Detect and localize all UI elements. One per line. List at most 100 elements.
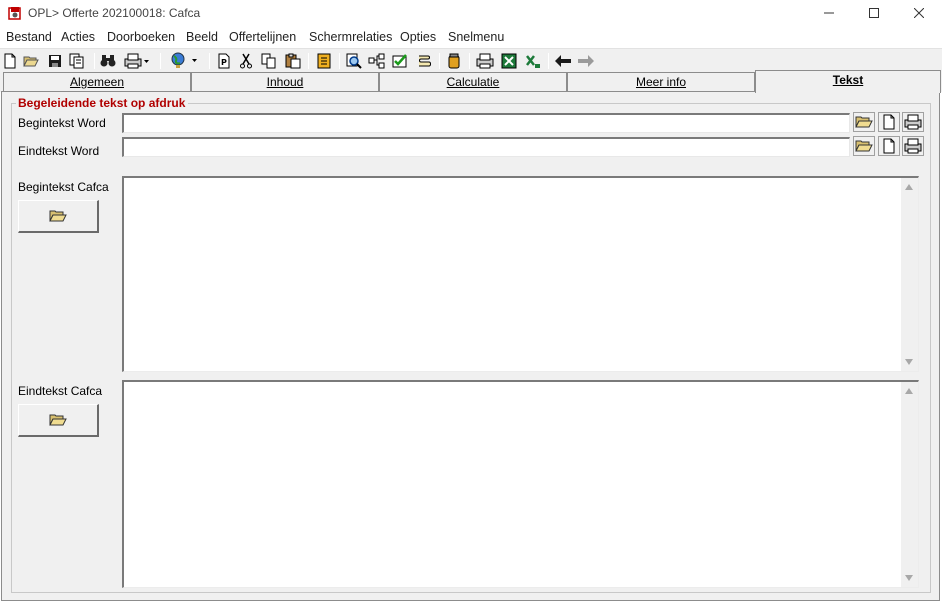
- copy-document-button[interactable]: [68, 52, 86, 70]
- save-icon: [49, 55, 61, 67]
- jar-button[interactable]: [445, 52, 463, 70]
- cut-icon: [240, 53, 252, 69]
- paste-button[interactable]: [284, 52, 302, 70]
- eindtekst-word-label: Eindtekst Word: [18, 144, 100, 158]
- begintekst-word-print-button[interactable]: [902, 112, 924, 132]
- tab-label: Inhoud: [266, 75, 304, 89]
- menu-schermrelaties[interactable]: Schermrelaties: [309, 30, 392, 44]
- scroll-up-icon[interactable]: [905, 184, 913, 190]
- vertical-scrollbar[interactable]: [901, 178, 918, 371]
- eindtekst-cafca-label: Eindtekst Cafca: [18, 384, 103, 398]
- vertical-scrollbar[interactable]: [901, 382, 918, 587]
- begintekst-cafca-open-button[interactable]: [18, 200, 99, 233]
- tab-meer-info[interactable]: Meer info: [567, 72, 755, 92]
- new-document-button[interactable]: [1, 52, 19, 70]
- open-folder-icon: [855, 140, 873, 152]
- globe-icon: [171, 52, 197, 68]
- check-button[interactable]: [392, 52, 410, 70]
- eindtekst-word-new-button[interactable]: [878, 136, 900, 156]
- copy-icon: [261, 53, 276, 69]
- search-document-icon: [346, 53, 362, 69]
- tab-inhoud[interactable]: Inhoud: [191, 72, 379, 92]
- new-document-icon: [4, 53, 16, 69]
- tab-label: Tekst: [832, 73, 864, 87]
- tab-calculatie[interactable]: Calculatie: [379, 72, 567, 92]
- printer-icon: [904, 114, 922, 130]
- maximize-button[interactable]: [851, 0, 897, 26]
- eindtekst-cafca-open-button[interactable]: [18, 404, 99, 437]
- cut-button[interactable]: [237, 52, 255, 70]
- menu-offertelijnen[interactable]: Offertelijnen: [229, 30, 296, 44]
- begintekst-word-label: Begintekst Word: [18, 116, 106, 130]
- new-document-icon: [883, 138, 895, 154]
- begintekst-word-input[interactable]: [122, 113, 850, 133]
- jar-icon: [448, 53, 460, 69]
- back-button[interactable]: [554, 52, 572, 70]
- eindtekst-word-print-button[interactable]: [902, 136, 924, 156]
- eindtekst-cafca-textarea[interactable]: [122, 380, 919, 588]
- scroll-down-icon[interactable]: [905, 575, 913, 581]
- save-button[interactable]: [46, 52, 64, 70]
- menu-acties[interactable]: Acties: [61, 30, 95, 44]
- open-button[interactable]: [22, 52, 40, 70]
- open-folder-icon: [23, 56, 39, 67]
- tab-label: Calculatie: [446, 75, 500, 89]
- tree-icon: [368, 53, 385, 69]
- window-title: OPL> Offerte 202100018: Cafca: [28, 6, 201, 20]
- paste-p-button[interactable]: P: [215, 52, 233, 70]
- menu-opties[interactable]: Opties: [400, 30, 436, 44]
- menu-bar: Bestand Acties Doorboeken Beeld Offertel…: [0, 28, 942, 48]
- forward-arrow-icon: [578, 55, 594, 67]
- open-folder-icon: [49, 210, 67, 222]
- close-button[interactable]: [896, 0, 942, 26]
- minimize-icon: [824, 12, 834, 14]
- begintekst-word-new-button[interactable]: [878, 112, 900, 132]
- eindtekst-word-open-button[interactable]: [853, 136, 875, 156]
- printer-button[interactable]: [476, 52, 494, 70]
- tab-tekst[interactable]: Tekst: [755, 70, 941, 93]
- print-icon: [124, 53, 149, 69]
- checkmark-icon: [392, 54, 407, 68]
- paste-p-icon: P: [218, 53, 230, 69]
- eindtekst-word-input[interactable]: [122, 137, 850, 157]
- minimize-button[interactable]: [806, 0, 852, 26]
- printer-icon: [904, 138, 922, 154]
- scroll-up-icon[interactable]: [905, 388, 913, 394]
- globe-dropdown-button[interactable]: [168, 52, 200, 70]
- open-folder-icon: [855, 116, 873, 128]
- scroll-icon: [419, 55, 431, 67]
- maximize-icon: [869, 8, 879, 18]
- search-document-button[interactable]: [345, 52, 363, 70]
- forward-button[interactable]: [577, 52, 595, 70]
- new-document-icon: [883, 114, 895, 130]
- excel-export-icon: [526, 55, 540, 68]
- group-title: Begeleidende tekst op afdruk: [16, 96, 189, 110]
- yellow-box-button[interactable]: [315, 52, 333, 70]
- excel-button[interactable]: [500, 52, 518, 70]
- scroll-down-icon[interactable]: [905, 359, 913, 365]
- menu-beeld[interactable]: Beeld: [186, 30, 218, 44]
- excel-icon: [501, 53, 517, 69]
- yellow-box-icon: [317, 53, 331, 69]
- tab-strip: Algemeen Inhoud Calculatie Meer info Tek…: [0, 70, 942, 93]
- menu-doorboeken[interactable]: Doorboeken: [107, 30, 175, 44]
- begintekst-cafca-label: Begintekst Cafca: [18, 180, 109, 194]
- toolbar: P: [0, 48, 942, 72]
- begintekst-word-open-button[interactable]: [853, 112, 875, 132]
- scroll-button[interactable]: [415, 52, 433, 70]
- back-arrow-icon: [555, 55, 571, 67]
- menu-snelmenu[interactable]: Snelmenu: [448, 30, 504, 44]
- copy-button[interactable]: [260, 52, 278, 70]
- tab-label: Algemeen: [69, 75, 125, 89]
- menu-bestand[interactable]: Bestand: [6, 30, 52, 44]
- title-bar: OPL> Offerte 202100018: Cafca: [0, 0, 942, 26]
- tab-algemeen[interactable]: Algemeen: [3, 72, 191, 92]
- app-logo-icon: [8, 7, 21, 20]
- tree-button[interactable]: [368, 52, 386, 70]
- find-button[interactable]: [99, 52, 117, 70]
- svg-text:P: P: [221, 58, 227, 67]
- excel-export-button[interactable]: [524, 52, 542, 70]
- print-dropdown-button[interactable]: [122, 52, 152, 70]
- paste-icon: [285, 53, 301, 69]
- begintekst-cafca-textarea[interactable]: [122, 176, 919, 372]
